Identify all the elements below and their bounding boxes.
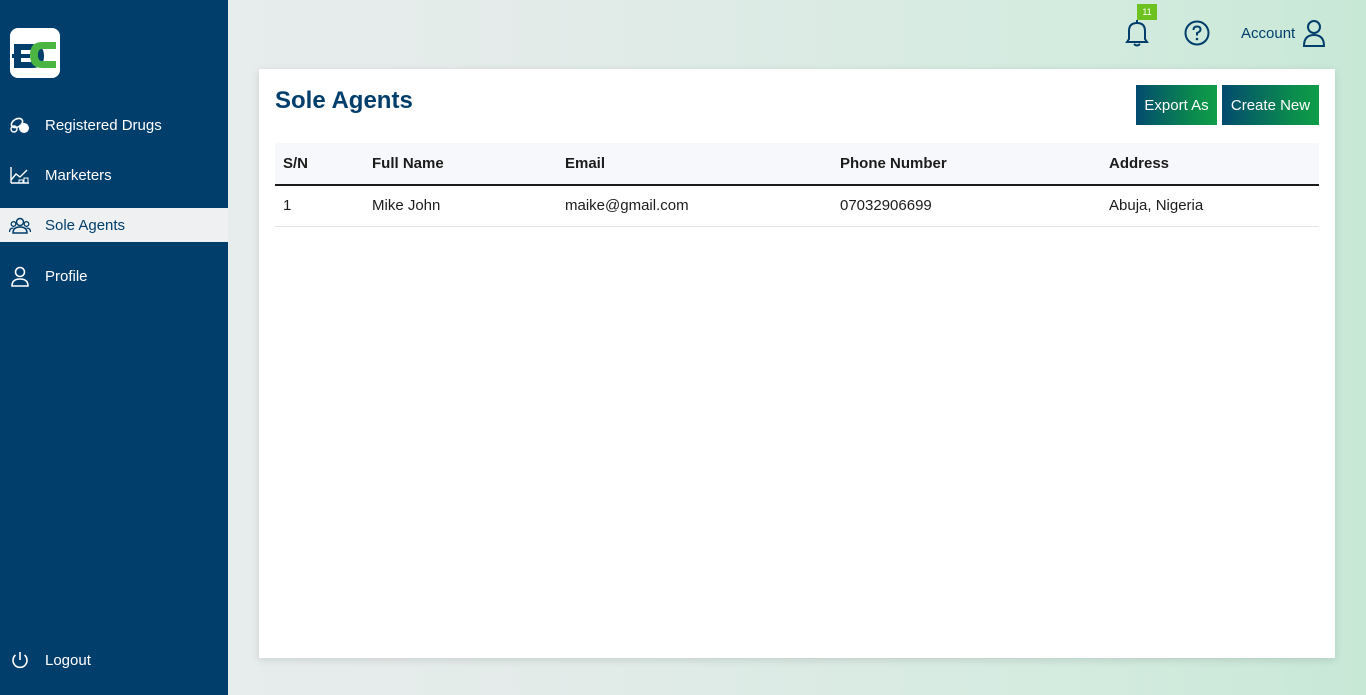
power-icon xyxy=(9,649,31,671)
user-icon xyxy=(9,265,31,287)
sidebar-item-label: Marketers xyxy=(45,166,112,184)
create-new-button[interactable]: Create New xyxy=(1222,85,1319,125)
sidebar-item-marketers[interactable]: Marketers xyxy=(0,158,228,192)
sole-agents-card: Sole Agents Export As Create New S/N Ful… xyxy=(259,69,1335,658)
sidebar-item-registered-drugs[interactable]: Registered Drugs xyxy=(0,108,228,142)
sidebar-item-sole-agents[interactable]: Sole Agents xyxy=(0,208,228,242)
table-header-row: S/N Full Name Email Phone Number Address xyxy=(275,143,1319,186)
sidebar-item-label: Profile xyxy=(45,267,88,285)
column-header-address[interactable]: Address xyxy=(1101,143,1319,186)
column-header-phone-number[interactable]: Phone Number xyxy=(832,143,1101,186)
export-as-button[interactable]: Export As xyxy=(1136,85,1217,125)
cell-full-name: Mike John xyxy=(364,185,557,227)
sole-agents-table: S/N Full Name Email Phone Number Address… xyxy=(275,143,1319,227)
cell-phone-number: 07032906699 xyxy=(832,185,1101,227)
pills-icon xyxy=(9,114,31,136)
column-header-full-name[interactable]: Full Name xyxy=(364,143,557,186)
page-title: Sole Agents xyxy=(275,87,413,114)
sidebar-item-profile[interactable]: Profile xyxy=(0,259,228,293)
users-group-icon xyxy=(9,214,31,236)
help-icon[interactable] xyxy=(1184,20,1210,46)
table-row[interactable]: 1 Mike John maike@gmail.com 07032906699 … xyxy=(275,185,1319,227)
app-logo[interactable] xyxy=(10,28,60,78)
cell-address: Abuja, Nigeria xyxy=(1101,185,1319,227)
account-menu[interactable]: Account xyxy=(1241,18,1327,48)
cell-email: maike@gmail.com xyxy=(557,185,832,227)
account-label: Account xyxy=(1241,24,1296,42)
column-header-email[interactable]: Email xyxy=(557,143,832,186)
column-header-sn[interactable]: S/N xyxy=(275,143,364,186)
bell-icon[interactable] xyxy=(1124,18,1150,48)
sidebar-item-label: Registered Drugs xyxy=(45,116,162,134)
notification-badge: 11 xyxy=(1137,4,1157,20)
sidebar-item-label: Sole Agents xyxy=(45,216,126,234)
logout-button[interactable]: Logout xyxy=(0,643,228,677)
marketers-icon xyxy=(9,164,31,186)
account-user-icon xyxy=(1301,18,1327,48)
logo-mark xyxy=(12,42,56,68)
logout-label: Logout xyxy=(45,651,91,669)
cell-sn: 1 xyxy=(275,185,364,227)
sidebar: Registered Drugs Marketers Sole Agents P… xyxy=(0,0,228,695)
